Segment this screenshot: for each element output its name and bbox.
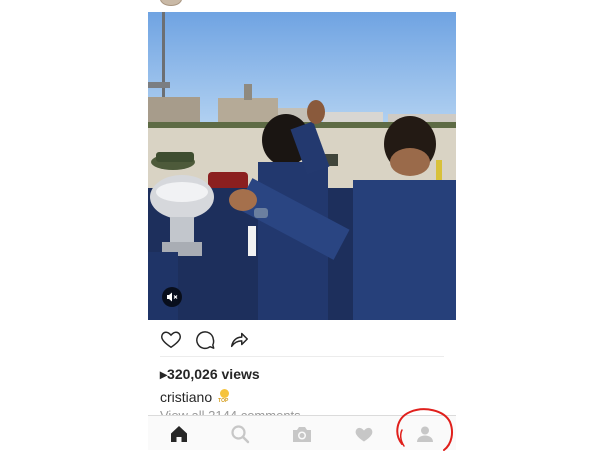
caption-row: cristiano TOP <box>160 389 230 405</box>
share-arrow-icon[interactable] <box>228 328 250 350</box>
view-count[interactable]: ▸320,026 views <box>160 366 260 383</box>
nav-activity[interactable] <box>353 423 375 445</box>
username-link[interactable]: cristiano <box>160 389 212 405</box>
badge-label: TOP <box>218 398 229 404</box>
nav-camera[interactable] <box>291 423 313 445</box>
post-action-bar <box>160 328 250 350</box>
top-fan-badge: TOP <box>218 389 230 405</box>
previous-post-avatar[interactable] <box>160 0 182 6</box>
profile-icon <box>417 426 434 442</box>
camera-icon <box>292 426 311 442</box>
nav-search[interactable] <box>229 423 251 445</box>
badge-sun-icon <box>220 389 230 398</box>
speaker-muted-icon <box>167 292 178 302</box>
search-icon <box>231 424 250 443</box>
nav-profile[interactable] <box>414 423 436 445</box>
home-icon <box>170 425 187 442</box>
heart-outline-icon[interactable] <box>160 328 182 350</box>
nav-home[interactable] <box>168 423 190 445</box>
heart-icon <box>355 427 372 441</box>
post-video[interactable] <box>148 12 456 320</box>
video-frame-illustration <box>148 12 456 320</box>
mute-toggle-button[interactable] <box>162 287 182 307</box>
divider <box>160 356 444 357</box>
comment-bubble-icon[interactable] <box>194 328 216 350</box>
bottom-navigation-bar <box>148 415 456 450</box>
instagram-post-screen: ▸320,026 views cristiano TOP View all 21… <box>148 0 456 450</box>
